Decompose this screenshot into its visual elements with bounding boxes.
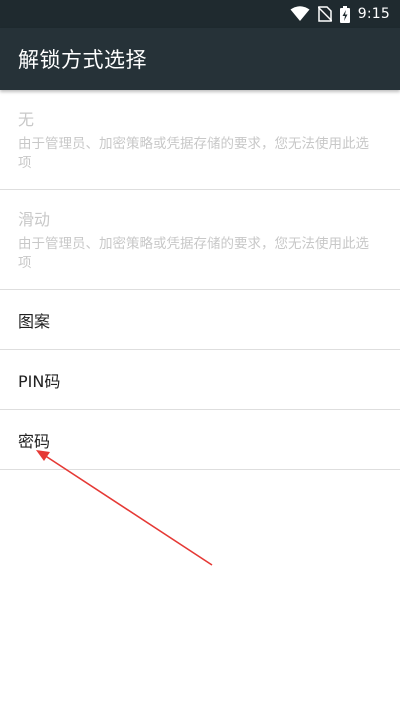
option-title: PIN码 <box>18 371 61 391</box>
option-title: 密码 <box>18 431 51 451</box>
option-title: 图案 <box>18 311 51 331</box>
page-title: 解锁方式选择 <box>18 48 147 72</box>
unlock-method-list: 无 由于管理员、加密策略或凭据存储的要求，您无法使用此选项 滑动 由于管理员、加… <box>0 90 400 470</box>
option-password[interactable]: 密码 <box>0 410 400 470</box>
option-summary: 由于管理员、加密策略或凭据存储的要求，您无法使用此选项 <box>18 136 369 171</box>
wifi-icon <box>290 6 310 22</box>
battery-charging-icon <box>339 5 350 23</box>
option-pin[interactable]: PIN码 <box>0 350 400 410</box>
option-none[interactable]: 无 由于管理员、加密策略或凭据存储的要求，您无法使用此选项 <box>0 90 400 190</box>
option-summary: 由于管理员、加密策略或凭据存储的要求，您无法使用此选项 <box>18 236 369 271</box>
option-pattern[interactable]: 图案 <box>0 290 400 350</box>
no-sim-icon <box>317 6 332 22</box>
status-time: 9:15 <box>357 6 390 22</box>
app-bar: 解锁方式选择 <box>0 28 400 90</box>
status-bar: 9:15 <box>0 0 400 28</box>
option-swipe[interactable]: 滑动 由于管理员、加密策略或凭据存储的要求，您无法使用此选项 <box>0 190 400 290</box>
option-title: 滑动 <box>18 210 51 229</box>
option-title: 无 <box>18 110 35 129</box>
